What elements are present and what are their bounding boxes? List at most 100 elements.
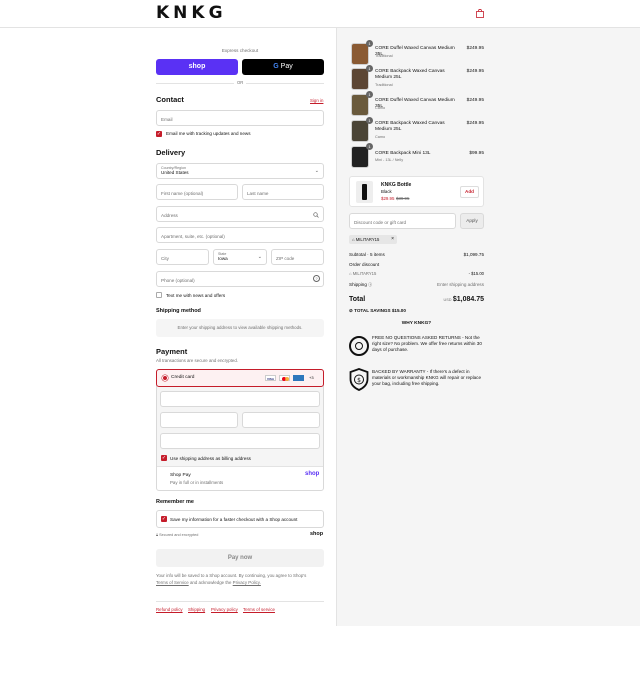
upsell-name: KNKG Bottle <box>381 182 412 188</box>
apartment-field[interactable]: Apartment, suite, etc. (optional) <box>156 227 324 243</box>
discount-code-field[interactable]: Discount code or gift card <box>349 213 456 229</box>
zip-field[interactable]: ZIP code <box>271 249 324 265</box>
savings-tag-icon: ⊘ <box>349 308 353 313</box>
bottle-thumbnail <box>356 181 373 203</box>
privacy-link[interactable]: Privacy Policy. <box>233 580 261 585</box>
item-variant: Camo <box>375 106 386 110</box>
shop-pay-title: Shop Pay <box>170 473 191 478</box>
subtotal-row: Subtotal · 5 items $1,099.75 <box>349 252 484 259</box>
shipping-label: Shipping <box>349 282 367 287</box>
help-icon[interactable]: ? <box>313 275 320 282</box>
first-name-field[interactable]: First name (optional) <box>156 184 238 200</box>
item-price: $249.95 <box>466 98 484 103</box>
last-name-field[interactable]: Last name <box>242 184 324 200</box>
billing-same-checkbox[interactable]: ✓ <box>161 455 167 461</box>
savings-label: TOTAL SAVINGS <box>354 308 391 313</box>
shopping-bag-icon[interactable] <box>476 9 484 18</box>
discount-code-row: ⌂ MILITARY15 - $15.00 <box>349 271 484 278</box>
phone-field[interactable]: Phone (optional) ? <box>156 271 324 287</box>
item-variant: Traditional <box>375 54 393 58</box>
sign-in-link[interactable]: Sign in <box>310 98 323 103</box>
text-offers-label: Text me with news and offers <box>166 293 226 298</box>
shipping-value: Enter shipping address <box>437 282 484 287</box>
google-pay-button[interactable]: G Pay <box>242 59 324 75</box>
shop-pay-option[interactable]: Shop Pay Pay in full or in installments … <box>157 467 323 490</box>
billing-same-label: Use shipping address as billing address <box>170 456 251 461</box>
shipping-link[interactable]: Shipping <box>188 607 205 612</box>
tag-icon: ⌂ <box>352 237 355 242</box>
contact-heading: Contact <box>156 95 184 104</box>
expiration-field[interactable] <box>160 412 238 428</box>
discount-code-label: MILITARY15 <box>352 271 377 276</box>
credit-card-label: Credit card <box>171 375 195 380</box>
amex-icon <box>293 375 304 381</box>
item-price: $249.95 <box>466 69 484 74</box>
pay-now-button[interactable]: Pay now <box>156 549 324 567</box>
product-thumbnail <box>351 68 369 90</box>
product-thumbnail <box>351 120 369 142</box>
warranty-shield-icon: $ <box>349 368 369 391</box>
currency-code: USD <box>443 298 452 302</box>
address-placeholder: Address <box>161 213 178 218</box>
shop-pay-subtitle: Pay in full or in installments <box>170 480 224 485</box>
upsell-compare-price: $39.95 <box>396 196 410 201</box>
quantity-badge: 1 <box>366 65 373 72</box>
why-knkg-heading: WHY KNKG? <box>401 321 432 326</box>
legal-text: Your info will be saved to a Shop accoun… <box>156 573 324 586</box>
delivery-heading: Delivery <box>156 148 186 157</box>
more-cards-label: +3 <box>309 375 314 380</box>
terms-of-service-link[interactable]: Terms of service <box>243 607 275 612</box>
upsell-add-button[interactable]: Add <box>460 186 479 198</box>
lock-icon: 🔒︎ <box>156 533 159 537</box>
email-offers-checkbox[interactable]: ✓ <box>156 131 162 137</box>
credit-card-option[interactable]: Credit card VISA +3 <box>156 369 324 387</box>
refund-policy-link[interactable]: Refund policy <box>156 607 183 612</box>
google-g-icon: G <box>273 63 279 70</box>
country-select[interactable]: Country/Region United States ⌄ <box>156 163 324 179</box>
discount-value: - $15.00 <box>468 271 484 276</box>
item-variant: Mini - 13L / Nelly <box>375 158 404 162</box>
terms-link[interactable]: Terms of Service <box>156 580 189 585</box>
security-code-field[interactable] <box>242 412 320 428</box>
visa-icon: VISA <box>265 375 276 381</box>
privacy-policy-link[interactable]: Privacy policy <box>211 607 238 612</box>
city-field[interactable]: City <box>156 249 209 265</box>
upsell-variant: Black <box>381 189 392 194</box>
state-select[interactable]: State Iowa ⌄ <box>213 249 267 265</box>
total-value: $1,084.75 <box>452 296 484 303</box>
email-field[interactable]: Email <box>156 110 324 126</box>
chevron-down-icon: ⌄ <box>257 254 262 260</box>
shop-pay-logo: shop <box>305 471 320 477</box>
name-on-card-field[interactable] <box>160 433 320 449</box>
payment-subtitle: All transactions are secure and encrypte… <box>156 358 239 363</box>
mastercard-icon <box>279 375 290 381</box>
discount-tag: ⌂ MILITARY15 × <box>349 235 397 244</box>
secure-note: 🔒︎ Secured and encrypted <box>156 533 198 537</box>
payment-heading: Payment <box>156 347 188 356</box>
item-name: CORE Backpack Mini 13L <box>375 151 431 156</box>
brand-logo[interactable]: KNKG <box>156 4 227 22</box>
shop-pay-button[interactable]: shop <box>156 59 238 75</box>
apply-button[interactable]: Apply <box>460 213 484 229</box>
quantity-badge: 1 <box>366 91 373 98</box>
returns-icon <box>349 336 369 356</box>
svg-text:$: $ <box>357 377 361 384</box>
remember-me-heading: Remember me <box>156 499 194 505</box>
phone-placeholder: Phone (optional) <box>161 278 195 283</box>
warranty-promise: BACKED BY WARRANTY - If there's a defect… <box>372 369 482 386</box>
search-icon <box>313 212 319 218</box>
shop-pay-logo: shop <box>188 63 206 70</box>
secure-label: Secured and encrypted <box>159 533 199 537</box>
total-savings-row: ⊘ TOTAL SAVINGS $15.00 <box>349 308 484 315</box>
address-field[interactable]: Address <box>156 206 324 222</box>
item-name: CORE Duffel Waxed Canvas Medium 35L <box>375 98 455 109</box>
gpay-label: Pay <box>280 63 293 70</box>
country-value: United States <box>161 170 189 175</box>
remove-discount-icon[interactable]: × <box>391 235 394 244</box>
shop-logo: shop <box>310 531 324 537</box>
help-icon[interactable]: ⓘ <box>368 282 372 287</box>
card-number-field[interactable] <box>160 391 320 407</box>
save-info-checkbox[interactable]: ✓ <box>161 516 167 522</box>
total-row: Total USD $1,084.75 <box>349 296 484 306</box>
text-offers-checkbox[interactable] <box>156 292 162 298</box>
